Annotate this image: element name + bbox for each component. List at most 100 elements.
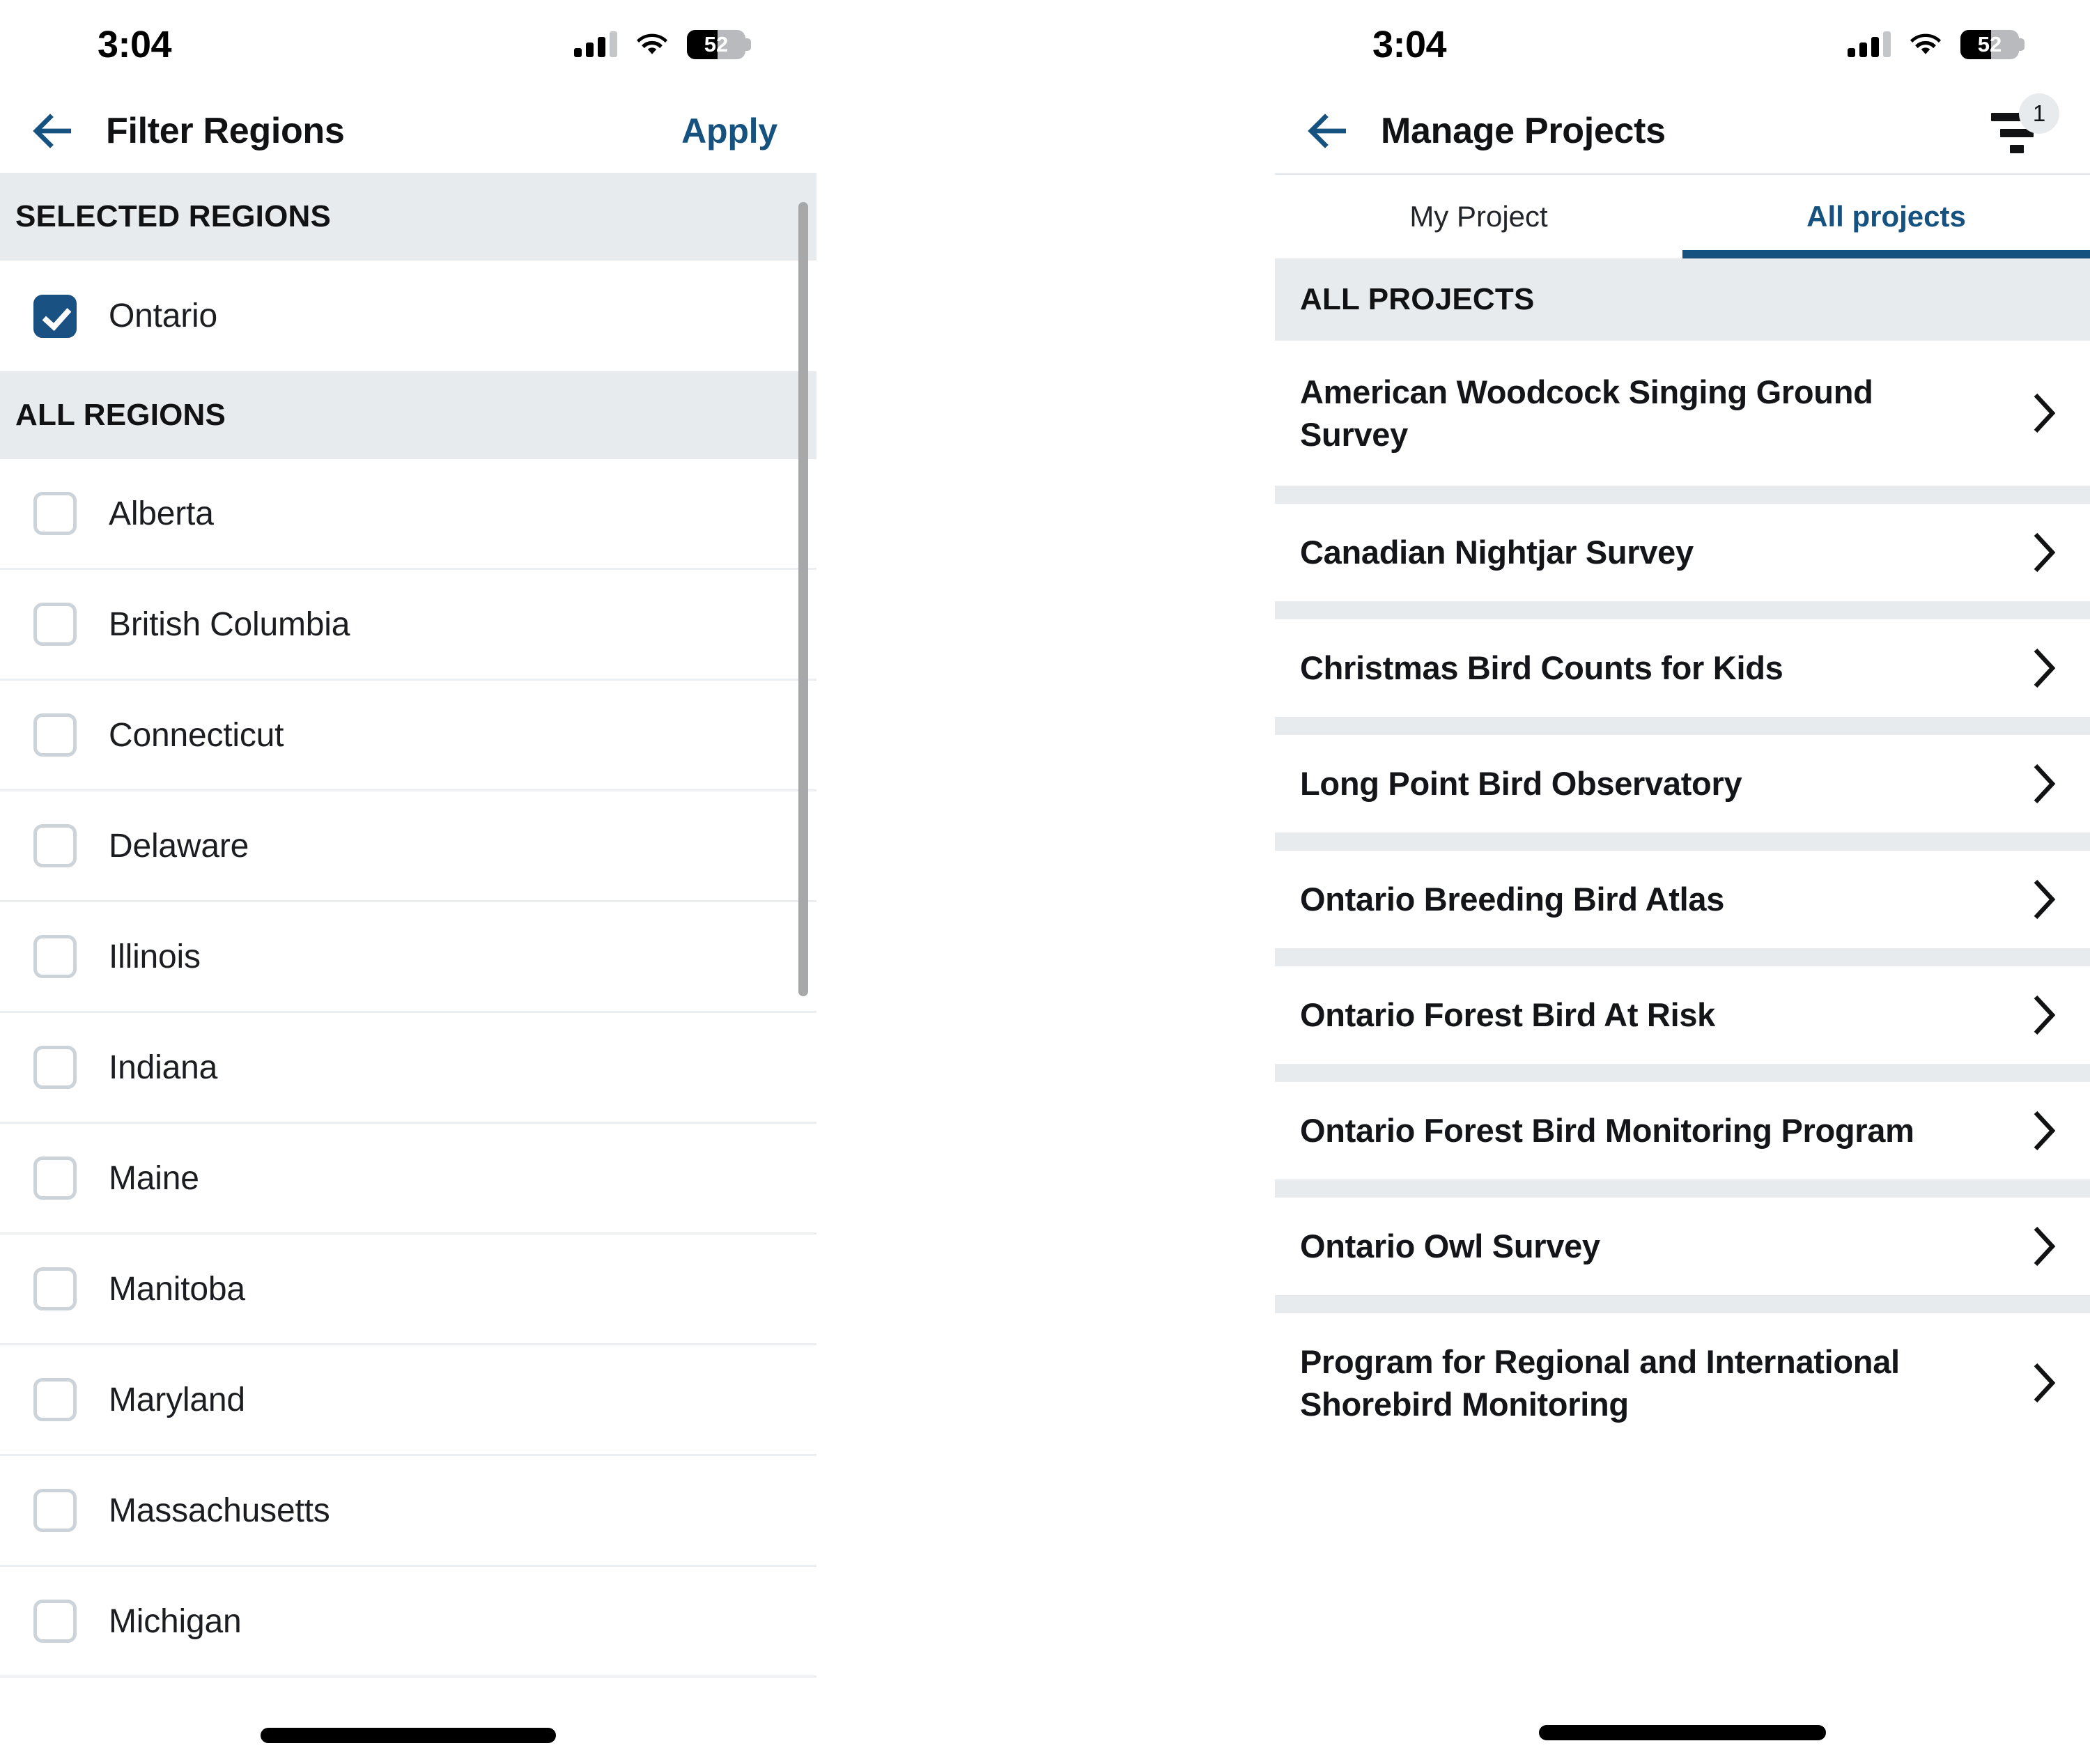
nav-bar-left: Filter Regions Apply <box>0 89 816 173</box>
region-row[interactable]: Connecticut <box>0 681 816 791</box>
region-row[interactable]: Maine <box>0 1124 816 1235</box>
chevron-right-icon <box>2034 532 2056 573</box>
apply-button[interactable]: Apply <box>681 111 777 151</box>
checkbox-icon[interactable] <box>33 603 77 646</box>
row-separator <box>1275 833 2090 851</box>
checkbox-icon[interactable] <box>33 1489 77 1532</box>
region-row[interactable]: British Columbia <box>0 570 816 681</box>
region-label: Delaware <box>109 827 249 865</box>
project-title: Ontario Breeding Bird Atlas <box>1300 881 1725 918</box>
chevron-right-icon <box>2034 648 2056 688</box>
filter-regions-screen: 3:04 52 Filter Regions Apply SELECTED RE… <box>0 0 816 1764</box>
project-title: Christmas Bird Counts for Kids <box>1300 649 1783 687</box>
checkbox-icon[interactable] <box>33 713 77 757</box>
region-label: Michigan <box>109 1602 242 1640</box>
project-list: American Woodcock Singing Ground Survey … <box>1275 341 2090 1453</box>
project-row[interactable]: Ontario Breeding Bird Atlas <box>1275 851 2090 948</box>
status-indicators: 52 <box>574 30 766 59</box>
battery-level: 52 <box>1977 32 2002 56</box>
chevron-right-icon <box>2034 1226 2056 1267</box>
region-row[interactable]: Ontario <box>0 261 816 371</box>
project-title: Ontario Forest Bird At Risk <box>1300 996 1716 1034</box>
region-label: Indiana <box>109 1049 218 1086</box>
region-row[interactable]: Massachusetts <box>0 1456 816 1567</box>
chevron-right-icon <box>2034 764 2056 804</box>
manage-projects-screen: 3:04 52 Manage Projects 1 My Project All… <box>1275 0 2090 1764</box>
row-separator <box>1275 486 2090 504</box>
region-label: Maine <box>109 1159 199 1197</box>
chevron-right-icon <box>2034 879 2056 920</box>
project-row[interactable]: Ontario Owl Survey <box>1275 1198 2090 1295</box>
project-title: Ontario Owl Survey <box>1300 1228 1600 1265</box>
checkbox-icon[interactable] <box>33 1046 77 1089</box>
back-arrow-icon[interactable] <box>31 109 75 153</box>
project-title: Canadian Nightjar Survey <box>1300 534 1694 571</box>
project-row[interactable]: Christmas Bird Counts for Kids <box>1275 619 2090 717</box>
filter-button[interactable]: 1 <box>1988 93 2059 159</box>
region-row[interactable]: Michigan <box>0 1567 816 1678</box>
region-label: Connecticut <box>109 716 284 754</box>
page-title: Manage Projects <box>1381 111 1666 151</box>
cellular-signal-icon <box>574 31 617 57</box>
region-label: Manitoba <box>109 1270 245 1308</box>
status-bar-right: 3:04 52 <box>1275 0 2090 89</box>
battery-icon: 52 <box>687 30 751 59</box>
project-tabs: My Project All projects <box>1275 173 2090 258</box>
region-list: SELECTED REGIONS Ontario ALL REGIONS Alb… <box>0 173 816 1678</box>
checkbox-icon[interactable] <box>33 935 77 978</box>
status-time: 3:04 <box>98 24 172 65</box>
checkbox-checked-icon[interactable] <box>33 294 77 338</box>
checkbox-icon[interactable] <box>33 1267 77 1310</box>
checkbox-icon[interactable] <box>33 492 77 535</box>
status-bar-left: 3:04 52 <box>0 0 816 89</box>
tab-my-project[interactable]: My Project <box>1275 175 1682 258</box>
wifi-icon <box>637 33 667 54</box>
project-row[interactable]: Program for Regional and International S… <box>1275 1313 2090 1453</box>
chevron-right-icon <box>2034 1363 2056 1403</box>
nav-bar-right: Manage Projects 1 <box>1275 89 2090 173</box>
project-row[interactable]: Ontario Forest Bird At Risk <box>1275 966 2090 1064</box>
status-indicators: 52 <box>1848 30 2040 59</box>
region-row[interactable]: Manitoba <box>0 1235 816 1345</box>
region-label: Massachusetts <box>109 1492 330 1529</box>
status-time: 3:04 <box>1372 24 1447 65</box>
tab-all-projects[interactable]: All projects <box>1682 175 2090 258</box>
checkbox-icon[interactable] <box>33 1378 77 1421</box>
all-projects-header: ALL PROJECTS <box>1275 258 2090 341</box>
project-title: American Woodcock Singing Ground Survey <box>1300 373 1873 453</box>
region-row[interactable]: Alberta <box>0 459 816 570</box>
row-separator <box>1275 717 2090 735</box>
checkbox-icon[interactable] <box>33 1600 77 1643</box>
back-arrow-icon[interactable] <box>1306 109 1350 153</box>
region-label: British Columbia <box>109 605 350 643</box>
chevron-right-icon <box>2034 393 2056 433</box>
page-title: Filter Regions <box>106 111 345 151</box>
region-row[interactable]: Illinois <box>0 902 816 1013</box>
project-title: Program for Regional and International S… <box>1300 1343 1900 1423</box>
battery-level: 52 <box>704 32 729 56</box>
battery-icon: 52 <box>1960 30 2025 59</box>
region-label: Illinois <box>109 938 201 975</box>
screen-separator <box>816 0 1275 1764</box>
project-row[interactable]: Ontario Forest Bird Monitoring Program <box>1275 1082 2090 1179</box>
project-row[interactable]: Long Point Bird Observatory <box>1275 735 2090 833</box>
filter-badge: 1 <box>2019 93 2059 134</box>
row-separator <box>1275 1064 2090 1082</box>
dual-screenshot-container: 3:04 52 Filter Regions Apply SELECTED RE… <box>0 0 2090 1764</box>
project-row[interactable]: American Woodcock Singing Ground Survey <box>1275 341 2090 486</box>
project-row[interactable]: Canadian Nightjar Survey <box>1275 504 2090 601</box>
checkbox-icon[interactable] <box>33 824 77 867</box>
region-row[interactable]: Delaware <box>0 791 816 902</box>
wifi-icon <box>1910 33 1941 54</box>
all-regions-header: ALL REGIONS <box>0 371 816 459</box>
project-title: Ontario Forest Bird Monitoring Program <box>1300 1112 1914 1150</box>
chevron-right-icon <box>2034 1111 2056 1151</box>
chevron-right-icon <box>2034 995 2056 1035</box>
region-row[interactable]: Indiana <box>0 1013 816 1124</box>
region-label: Alberta <box>109 495 214 532</box>
row-separator <box>1275 601 2090 619</box>
region-row[interactable]: Maryland <box>0 1345 816 1456</box>
vertical-scrollbar[interactable] <box>798 202 808 996</box>
checkbox-icon[interactable] <box>33 1156 77 1200</box>
project-title: Long Point Bird Observatory <box>1300 765 1742 803</box>
